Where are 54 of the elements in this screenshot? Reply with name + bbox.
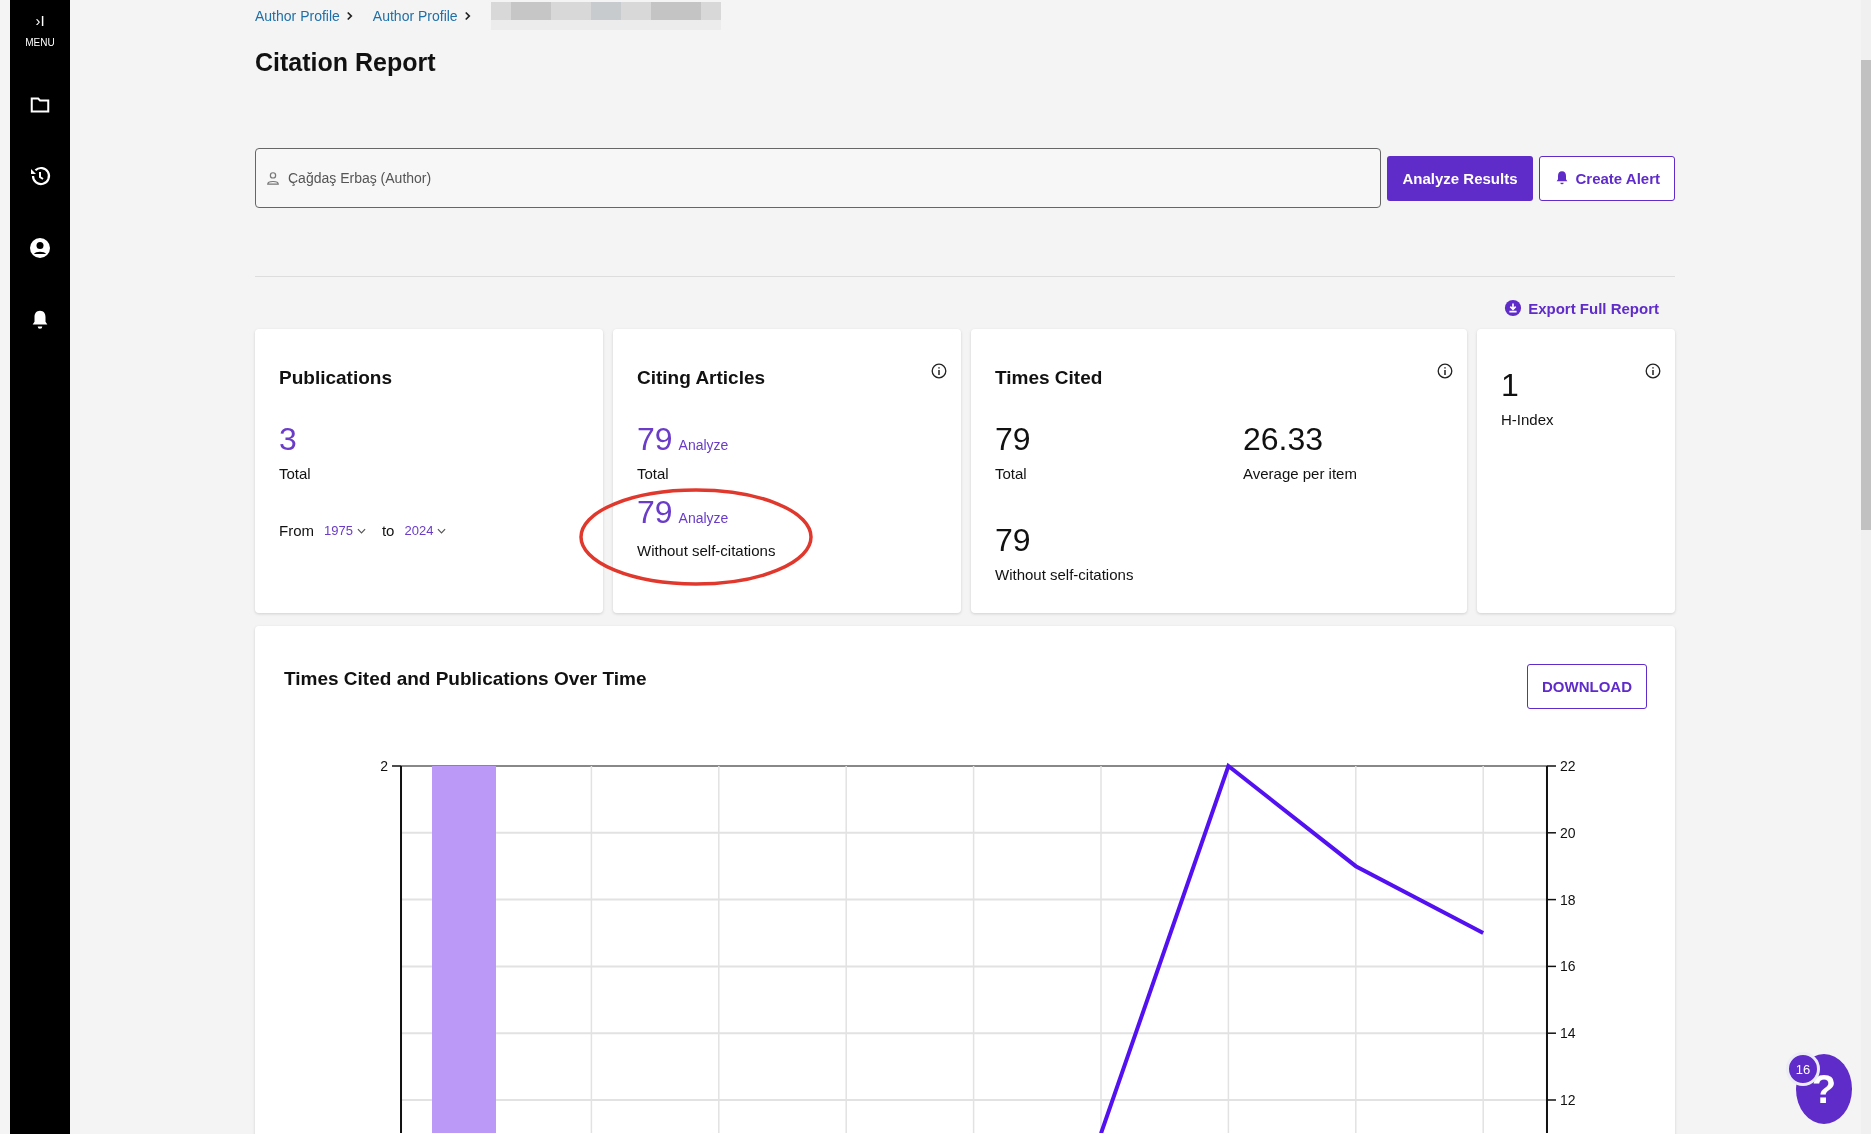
chevron-right-icon bbox=[345, 11, 353, 21]
caret-icon bbox=[437, 527, 447, 534]
menu-toggle[interactable]: ›I MENU bbox=[25, 12, 55, 48]
publications-count: 3 bbox=[279, 420, 298, 459]
axis-tick-label: 14 bbox=[1560, 1025, 1576, 1042]
average-value: 26.33 bbox=[1243, 420, 1325, 459]
breadcrumb-link[interactable]: Author Profile bbox=[372, 8, 458, 24]
from-label: From bbox=[279, 522, 314, 539]
page-title: Citation Report bbox=[255, 48, 437, 77]
info-icon[interactable] bbox=[1645, 363, 1661, 379]
person-icon bbox=[266, 171, 280, 185]
scrollbar-thumb[interactable] bbox=[1861, 60, 1871, 530]
card-title: Publications bbox=[279, 367, 393, 389]
citing-articles-count: 79 bbox=[637, 493, 673, 532]
account-icon[interactable] bbox=[28, 236, 52, 260]
caret-icon bbox=[356, 527, 366, 534]
card-title: Citing Articles bbox=[637, 367, 767, 389]
axis-tick-label: 22 bbox=[1560, 758, 1576, 774]
breadcrumb-link[interactable]: Author Profile bbox=[255, 8, 340, 24]
search-input[interactable]: Çağdaş Erbaş (Author) bbox=[286, 169, 1381, 187]
to-label: to bbox=[381, 522, 395, 539]
analyze-link[interactable]: Analyze bbox=[678, 437, 729, 453]
history-icon[interactable] bbox=[28, 164, 52, 188]
total-label: Total bbox=[637, 465, 670, 482]
info-icon[interactable] bbox=[1437, 363, 1453, 379]
citing-articles-count: 79 bbox=[637, 420, 673, 459]
h-index-value: 1 bbox=[1501, 366, 1520, 405]
times-cited-count: 79 bbox=[995, 420, 1032, 459]
create-alert-button[interactable]: Create Alert bbox=[1538, 155, 1675, 201]
download-button[interactable]: DOWNLOAD bbox=[1527, 664, 1647, 709]
axis-tick-label: 12 bbox=[1560, 1092, 1576, 1108]
analyze-results-button[interactable]: Analyze Results bbox=[1387, 155, 1533, 201]
axis-tick-label: 18 bbox=[1560, 891, 1576, 908]
analyze-link[interactable]: Analyze bbox=[678, 510, 729, 526]
year-dropdown[interactable]: 2024 bbox=[402, 523, 455, 538]
chart-title: Times Cited and Publications Over Time bbox=[284, 668, 647, 690]
chevron-right-icon bbox=[463, 11, 471, 21]
without-self-citations-label: Without self-citations bbox=[995, 566, 1135, 583]
axis-tick-label: 20 bbox=[1560, 824, 1576, 841]
total-label: Total bbox=[995, 465, 1028, 482]
average-label: Average per item bbox=[1243, 465, 1358, 482]
card-title: Times Cited bbox=[995, 367, 1104, 389]
total-label: Total bbox=[279, 465, 312, 482]
h-index-label: H-Index bbox=[1501, 411, 1555, 428]
download-icon bbox=[1504, 299, 1523, 317]
year-dropdown[interactable]: 1975 bbox=[322, 523, 374, 538]
times-cited-count: 79 bbox=[995, 521, 1032, 560]
export-full-report-link[interactable]: Export Full Report bbox=[1504, 299, 1659, 317]
axis-tick-label: 2 bbox=[380, 758, 388, 774]
info-icon[interactable] bbox=[931, 363, 947, 379]
search-field[interactable]: Çağdaş Erbaş (Author) bbox=[255, 148, 1382, 208]
without-self-citations-label: Without self-citations bbox=[637, 542, 777, 559]
scrollbar[interactable] bbox=[1861, 0, 1871, 1134]
axis-tick-label: 16 bbox=[1560, 958, 1576, 975]
